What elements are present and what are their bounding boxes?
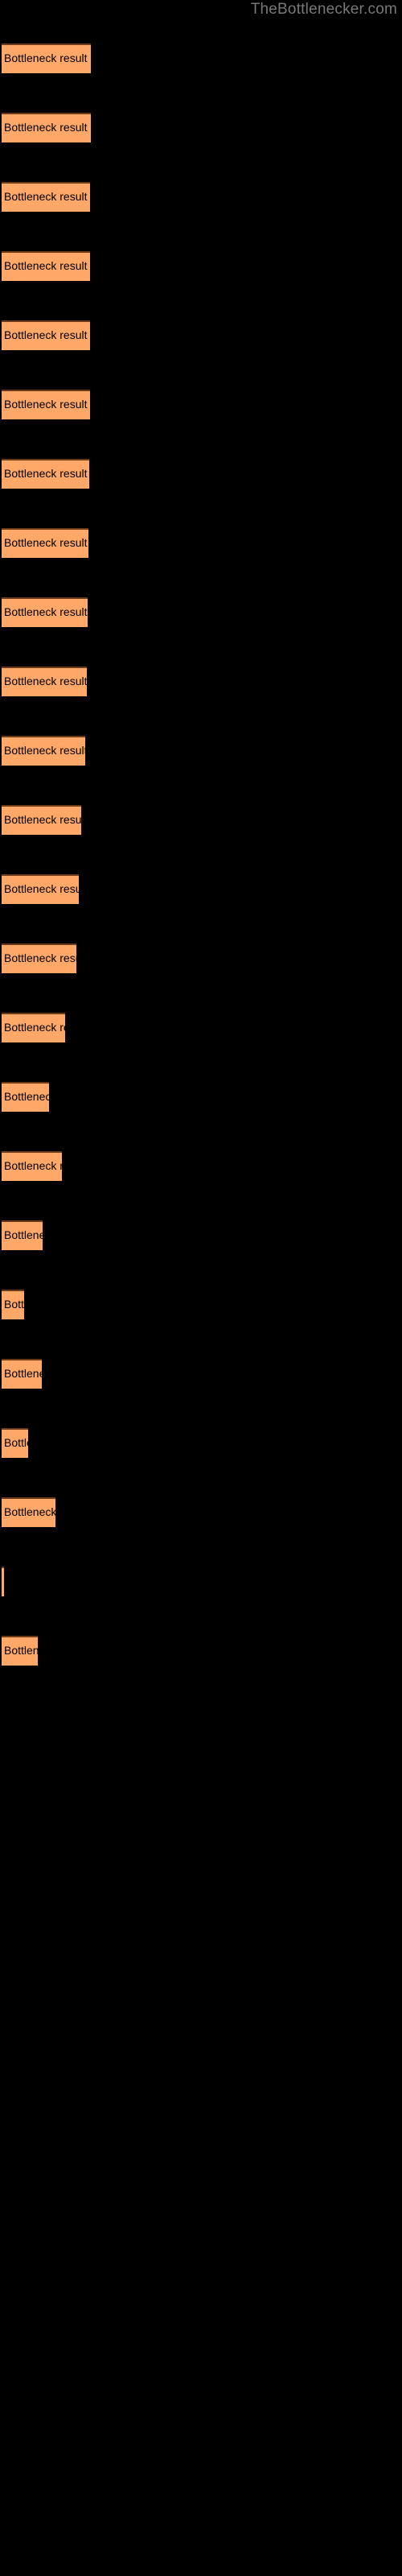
bar-label: Bottleneck result <box>4 1021 65 1034</box>
bar-label: Bottleneck result <box>4 328 88 341</box>
bar-row[interactable]: Bottleneck result <box>2 736 85 766</box>
bar-row[interactable]: Bottleneck result <box>2 1013 65 1042</box>
bar-row[interactable]: Bottleneck result <box>2 1359 42 1389</box>
bar-label: Bottleneck result <box>4 675 87 687</box>
bar-row[interactable]: Bottleneck result <box>2 459 89 489</box>
bar-label: Bottleneck result <box>4 259 88 272</box>
bar-row[interactable]: Bottleneck result <box>2 251 90 281</box>
bar-row[interactable]: Bottleneck result <box>2 597 88 627</box>
bar-label: Bottleneck result <box>4 1090 49 1103</box>
bar-label: Bottleneck result <box>4 882 79 895</box>
bar-row[interactable]: Bottleneck result <box>2 1497 55 1527</box>
bottleneck-chart: TheBottlenecker.com Bottleneck result Bot… <box>0 0 402 2576</box>
bar-label: Bottleneck result <box>4 398 88 411</box>
bar-row[interactable]: Bottleneck result <box>2 320 90 350</box>
bar-label: Bottleneck result <box>4 190 88 203</box>
bar-label: Bottleneck result <box>4 813 81 826</box>
bar-label: Bottleneck result <box>4 952 76 964</box>
bar-row[interactable]: Bottleneck result <box>2 805 81 835</box>
bar-row[interactable]: Bottleneck result <box>2 113 91 142</box>
bar-label: Bottleneck result <box>4 121 88 134</box>
bar-label: Bottleneck result <box>4 1159 62 1172</box>
bar-label: Bottleneck result <box>4 536 88 549</box>
bar-list: Bottleneck result Bottleneck result Bottle… <box>0 0 402 2576</box>
bar-row[interactable]: Bottleneck result <box>2 1428 28 1458</box>
bar-row[interactable]: Bottleneck result <box>2 528 88 558</box>
bar-label: Bottleneck result <box>4 1367 42 1380</box>
bar-row[interactable]: Bottleneck result <box>2 1636 38 1666</box>
bar-label: Bottleneck result <box>4 1644 38 1657</box>
bar-row[interactable]: Bottleneck result <box>2 43 91 73</box>
bar-label: Bottleneck result <box>4 1505 55 1518</box>
bar-label: Bottleneck result <box>4 1228 43 1241</box>
bar-row[interactable]: Bottleneck result <box>2 1220 43 1250</box>
bar-label: Bottleneck result <box>4 467 88 480</box>
bar-label: Bottleneck result <box>4 605 88 618</box>
bar-label: Bottleneck result <box>4 744 85 757</box>
bar-row[interactable]: Bottleneck result <box>2 943 76 973</box>
bar-label: Bottleneck result <box>4 1436 28 1449</box>
bar-row[interactable]: Bottleneck result <box>2 1567 4 1596</box>
bar-label: Bottleneck result <box>4 1298 24 1311</box>
bar-label: Bottleneck result <box>4 52 88 64</box>
bar-row[interactable]: Bottleneck result <box>2 1151 62 1181</box>
bar-row[interactable]: Bottleneck result <box>2 1082 49 1112</box>
bar-row[interactable]: Bottleneck result <box>2 667 87 696</box>
bar-row[interactable]: Bottleneck result <box>2 1290 24 1319</box>
bar-row[interactable]: Bottleneck result <box>2 390 90 419</box>
bar-row[interactable]: Bottleneck result <box>2 874 79 904</box>
bar-row[interactable]: Bottleneck result <box>2 182 90 212</box>
